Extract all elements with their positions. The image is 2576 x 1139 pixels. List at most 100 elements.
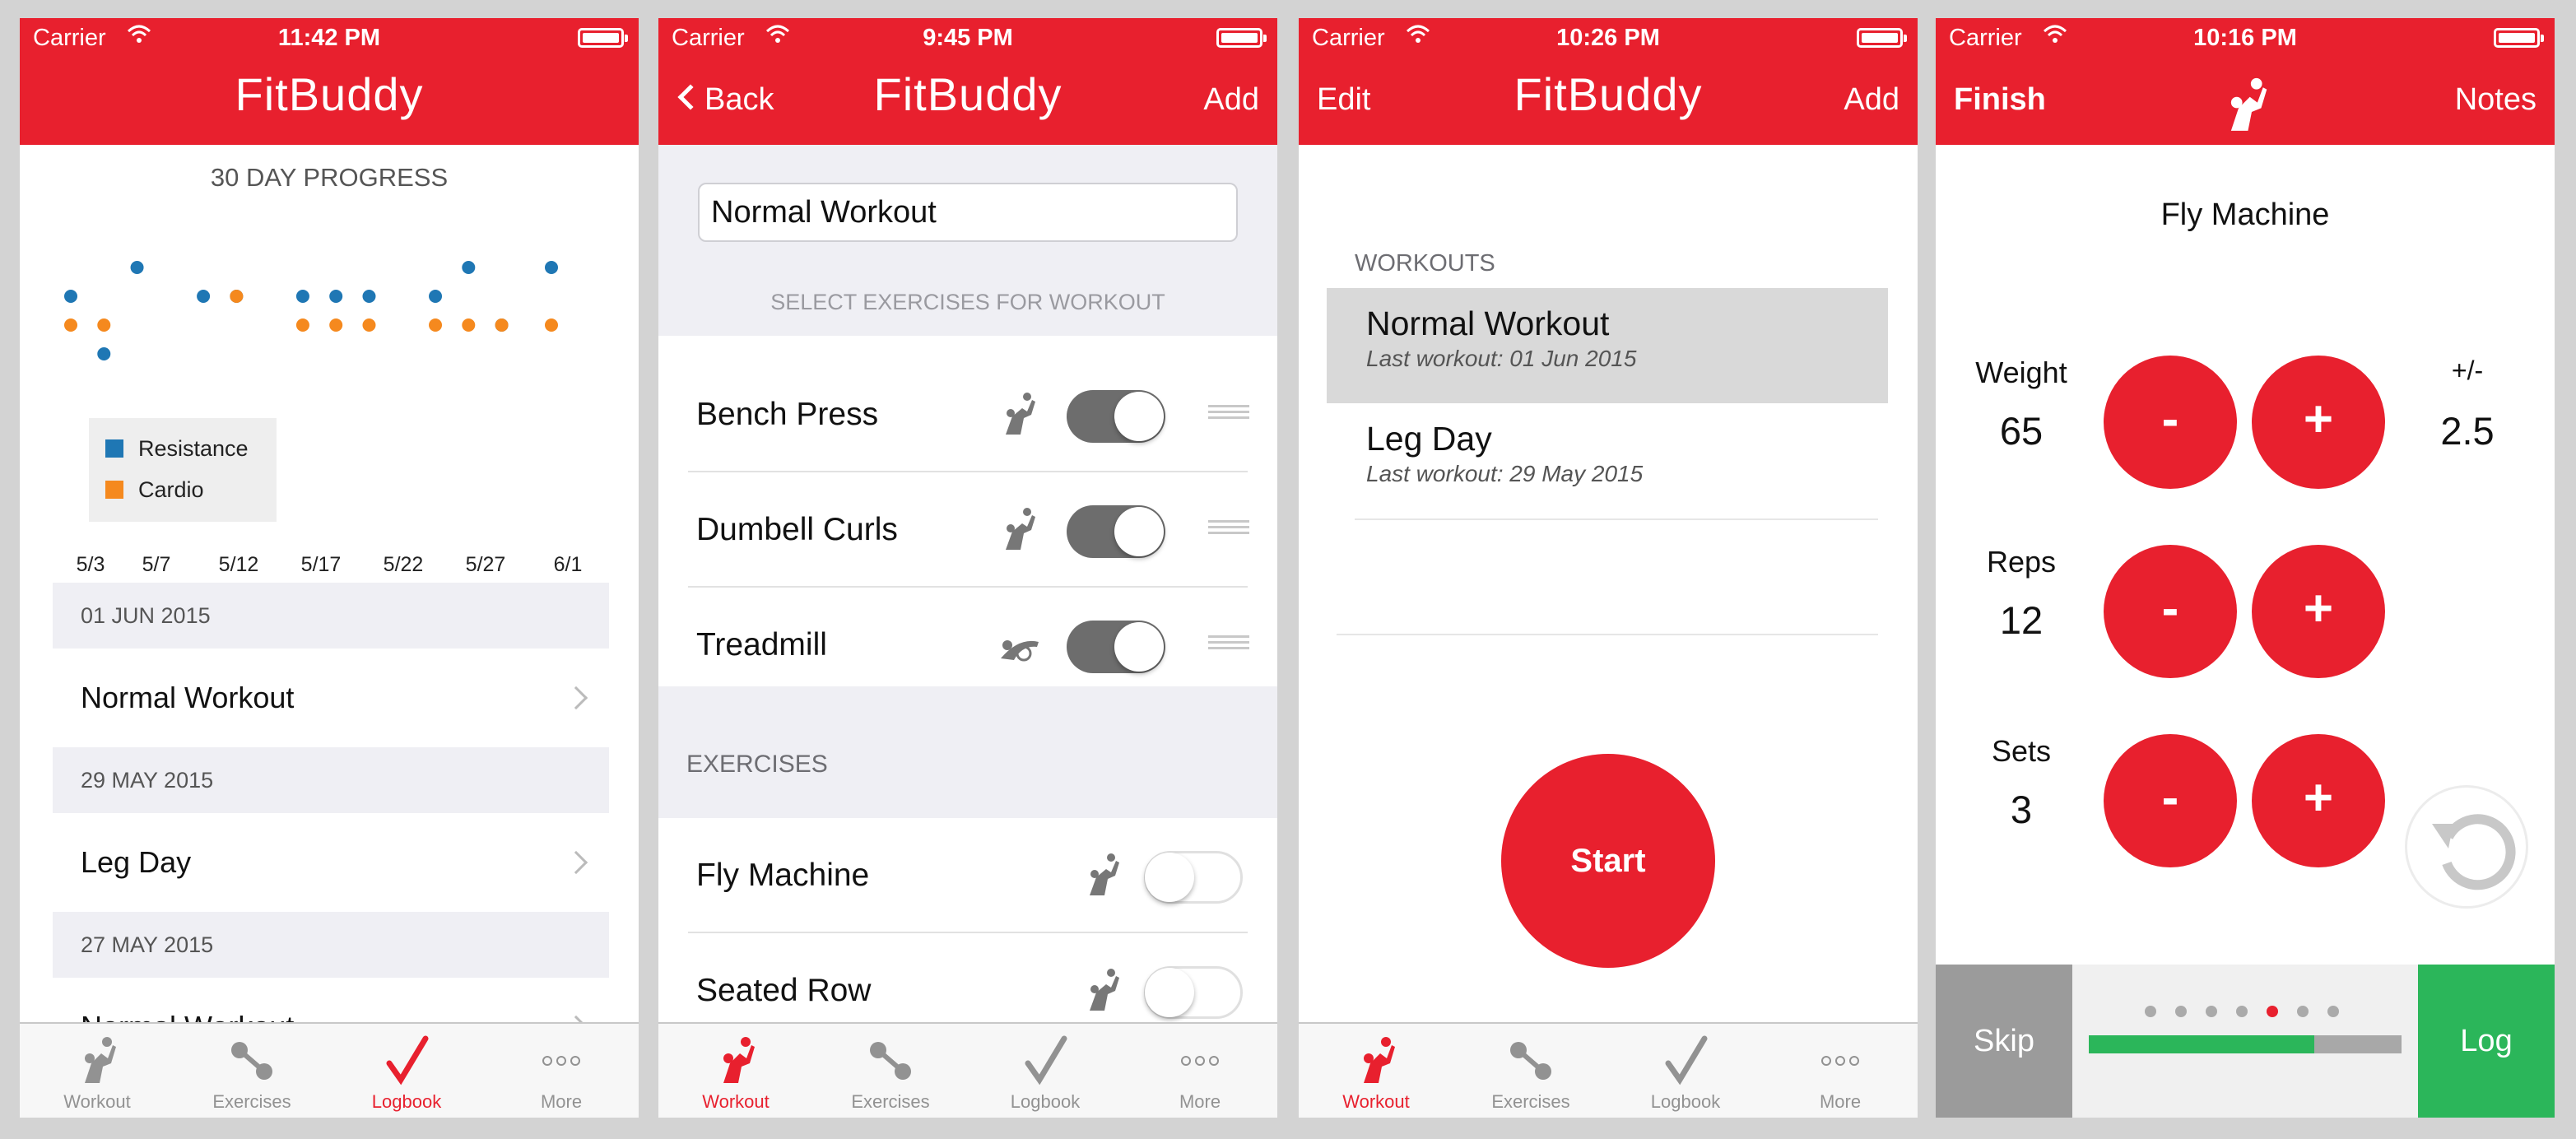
resistance-icon [2230, 77, 2267, 131]
tab-workout[interactable]: Workout [20, 1024, 174, 1118]
add-button[interactable]: Add [1844, 82, 1899, 118]
tab-more[interactable]: More [1763, 1024, 1918, 1118]
weight-plus-button[interactable]: + [2252, 356, 2385, 489]
page-dot [2297, 1006, 2309, 1017]
skip-button[interactable]: Skip [1936, 965, 2072, 1118]
start-button[interactable]: Start [1501, 754, 1715, 968]
workout-name-field[interactable]: Normal Workout [698, 183, 1238, 242]
reorder-handle-icon[interactable] [1208, 635, 1249, 653]
app-title: FitBuddy [873, 68, 1062, 120]
x-tick: 5/17 [300, 553, 342, 576]
tab-label: Logbook [1010, 1091, 1081, 1112]
tab-label: More [540, 1091, 583, 1112]
chevron-right-icon [564, 686, 588, 710]
tab-label: Workout [1342, 1091, 1410, 1112]
weight-minus-button[interactable]: - [2104, 356, 2237, 489]
exercise-toggle[interactable] [1067, 390, 1165, 443]
divider [1337, 634, 1878, 635]
checkmark-icon [1025, 1035, 1067, 1086]
resistance-icon [1090, 853, 1119, 895]
chart-point-cardio [230, 290, 244, 303]
exercise-toggle[interactable] [1144, 851, 1243, 904]
legend-swatch-resistance [105, 439, 123, 458]
status-bar: Carrier 9:45 PM [658, 18, 1277, 58]
tab-bar: Workout Exercises Logbook More [1299, 1022, 1918, 1118]
tab-label: More [1179, 1091, 1221, 1112]
more-icon [542, 1056, 580, 1066]
tab-exercises[interactable]: Exercises [174, 1024, 329, 1118]
tab-more[interactable]: More [1123, 1024, 1277, 1118]
toggle-knob [1145, 968, 1194, 1017]
tab-label: Logbook [1650, 1091, 1721, 1112]
page-dot [2327, 1006, 2339, 1017]
reps-plus-button[interactable]: + [2252, 545, 2385, 678]
tab-more[interactable]: More [484, 1024, 639, 1118]
status-bar: Carrier 10:26 PM [1299, 18, 1918, 58]
exercise-toggle[interactable] [1144, 966, 1243, 1019]
tab-logbook[interactable]: Logbook [968, 1024, 1123, 1118]
notes-button[interactable]: Notes [2455, 82, 2536, 118]
chart-point-cardio [64, 318, 77, 332]
chevron-right-icon [564, 850, 588, 875]
status-bar: Carrier 10:16 PM [1936, 18, 2555, 58]
log-bar: Skip Log [1936, 965, 2555, 1118]
chart-point-resistance [362, 290, 376, 303]
chart-point-resistance [462, 261, 476, 274]
chart-point-cardio [295, 318, 309, 332]
add-button[interactable]: Add [1203, 82, 1259, 118]
divider [1355, 518, 1878, 520]
reorder-handle-icon[interactable] [1208, 405, 1249, 423]
sets-plus-button[interactable]: + [2252, 734, 2385, 867]
exercise-row: Fly Machine [658, 818, 1277, 933]
tab-workout[interactable]: Workout [1299, 1024, 1453, 1118]
x-tick: 5/7 [142, 553, 171, 576]
toggle-knob [1114, 392, 1164, 441]
finish-button[interactable]: Finish [1954, 82, 2046, 118]
tab-logbook[interactable]: Logbook [1608, 1024, 1763, 1118]
chart-point-cardio [97, 318, 111, 332]
tab-exercises[interactable]: Exercises [813, 1024, 968, 1118]
exercise-title: Fly Machine [2160, 198, 2330, 232]
dumbbell-icon [870, 1042, 911, 1080]
workouts-section-header: WORKOUTS [1355, 250, 1495, 277]
exercise-toggle[interactable] [1067, 621, 1165, 673]
workout-row[interactable]: Normal Workout Last workout: 01 Jun 2015 [1327, 288, 1888, 403]
reps-minus-button[interactable]: - [2104, 545, 2237, 678]
exercise-name: Fly Machine [696, 858, 870, 893]
tab-exercises[interactable]: Exercises [1453, 1024, 1608, 1118]
tab-label: More [1819, 1091, 1862, 1112]
reorder-handle-icon[interactable] [1208, 520, 1249, 538]
toggle-knob [1145, 853, 1194, 902]
chart-legend: Resistance Cardio [89, 418, 277, 522]
tab-workout[interactable]: Workout [658, 1024, 813, 1118]
page-dot [2145, 1006, 2156, 1017]
workout-row[interactable]: Leg Day Last workout: 29 May 2015 [1327, 403, 1888, 518]
chart-point-cardio [362, 318, 376, 332]
logbook-screen: Carrier 11:42 PM FitBuddy 30 DAY PROGRES… [20, 18, 639, 1118]
workout-name: Leg Day [1366, 420, 1492, 458]
clock: 10:26 PM [1556, 25, 1660, 51]
undo-button[interactable] [2405, 785, 2528, 909]
sets-minus-button[interactable]: - [2104, 734, 2237, 867]
page-dot [2175, 1006, 2187, 1017]
chart-point-cardio [329, 318, 343, 332]
exercise-name: Treadmill [696, 627, 827, 662]
tab-label: Logbook [371, 1091, 442, 1112]
nav-bar: Carrier 11:42 PM FitBuddy [20, 18, 639, 145]
log-button[interactable]: Log [2418, 965, 2555, 1118]
tab-logbook[interactable]: Logbook [329, 1024, 484, 1118]
x-tick: 6/1 [553, 553, 583, 576]
log-entry[interactable]: Normal Workout [53, 649, 609, 747]
workout-icon [723, 1037, 755, 1083]
resistance-icon [1006, 393, 1035, 435]
log-entry[interactable]: Leg Day [53, 813, 609, 912]
clock: 10:16 PM [2193, 25, 2297, 51]
chart-point-resistance [429, 290, 443, 303]
log-entry-label: Normal Workout [81, 681, 295, 714]
chart-point-resistance [295, 290, 309, 303]
increment-value[interactable]: 2.5 [2385, 408, 2550, 453]
exercise-toggle[interactable] [1067, 505, 1165, 558]
page-dot [2267, 1006, 2278, 1017]
battery-icon [1216, 28, 1267, 48]
tab-bar: Workout Exercises Logbook More [20, 1022, 639, 1118]
